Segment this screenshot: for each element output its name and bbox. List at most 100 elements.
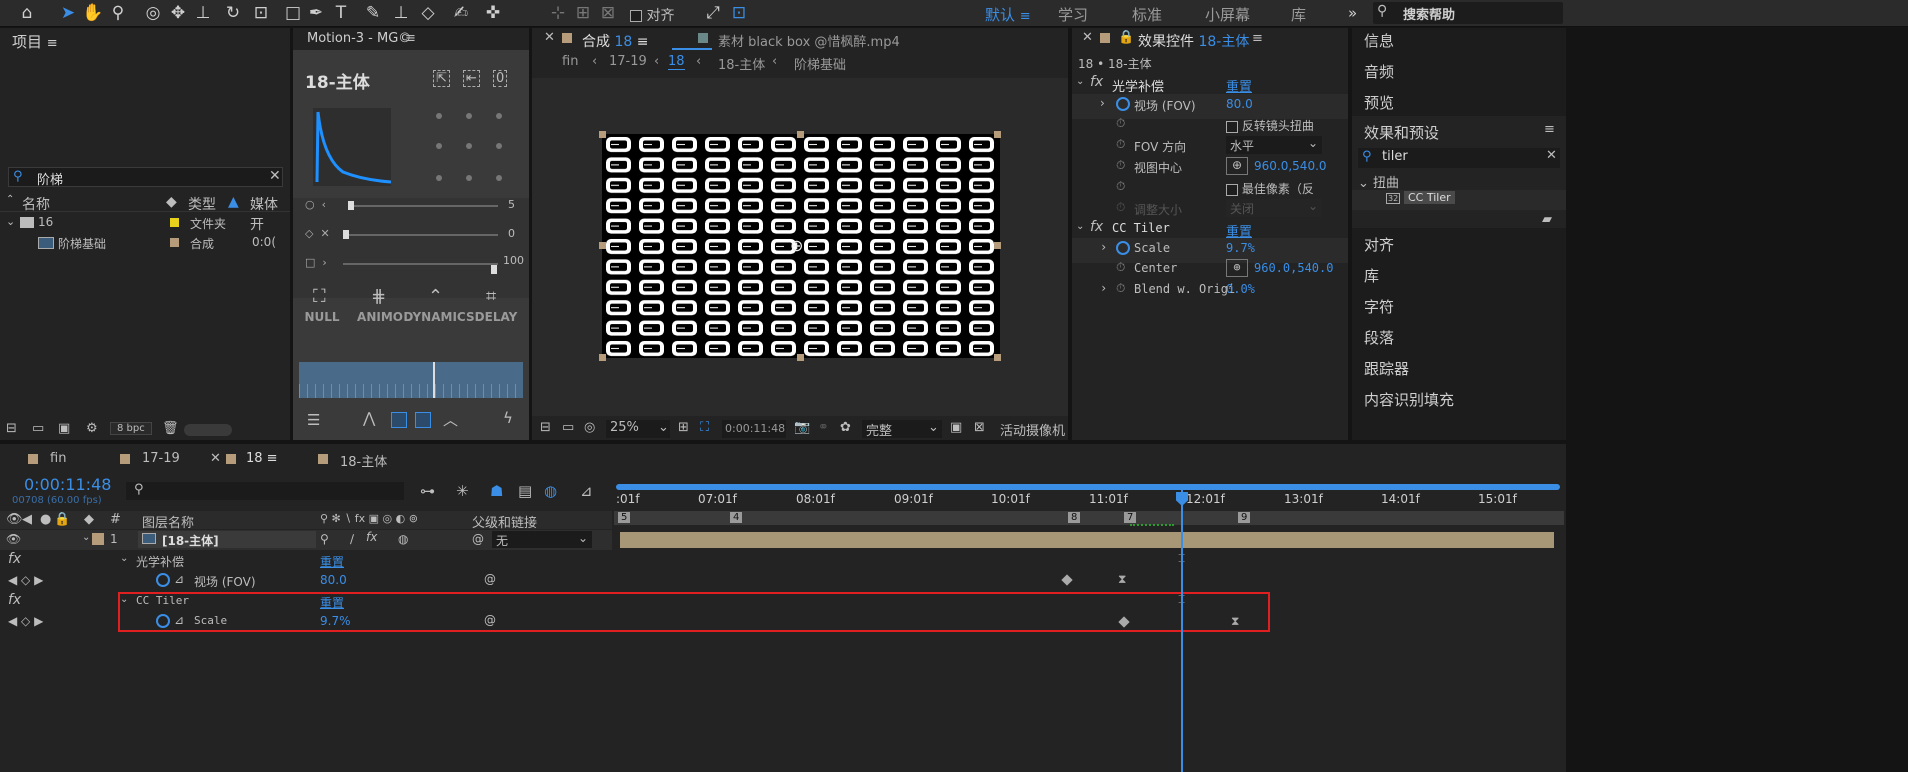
layer-handle[interactable] (994, 354, 1001, 361)
more-workspaces[interactable]: » (1348, 4, 1357, 22)
transparency-grid-icon[interactable]: ⊠ (974, 420, 985, 435)
rotate-tool-icon[interactable]: ↻ (220, 0, 246, 26)
fx-switch-icon[interactable]: fx (366, 530, 377, 544)
snapshot-icon[interactable]: 📷 (794, 420, 810, 435)
anchor-center-icon[interactable]: 0 (493, 70, 508, 87)
eye-icon[interactable]: 👁 (6, 532, 21, 546)
fov-direction-select[interactable]: 水平 ⌄ (1226, 136, 1322, 154)
pen-tool-icon[interactable]: ✒ (303, 0, 329, 26)
effects-search-input[interactable]: ⚲ tiler ✕ (1358, 148, 1560, 168)
scrollbar[interactable] (184, 424, 232, 436)
zoom-tool-icon[interactable]: ⚲ (105, 0, 131, 26)
prop-blend[interactable]: › ⏱ Blend w. Origi 0.0% (1072, 279, 1348, 304)
layer-handle[interactable] (599, 131, 606, 138)
parent-select[interactable]: 无 ⌄ (492, 531, 592, 548)
workspace-standard[interactable]: 标准 (1132, 4, 1162, 25)
category-row[interactable]: ⌄ 扭曲 (1358, 172, 1399, 191)
slider-thumb[interactable] (343, 230, 349, 239)
reverse-checkbox[interactable] (1226, 120, 1238, 133)
ease-icon[interactable]: ⋀ (363, 409, 375, 427)
layer-handle[interactable] (797, 354, 804, 361)
menu-icon[interactable]: ≡ (1544, 122, 1555, 137)
fx-row-optics[interactable]: fx ⌄ 光学补偿 重置 (0, 551, 612, 571)
effect-item[interactable]: 32 CC Tiler (1352, 190, 1566, 210)
hand-tool-icon[interactable]: ✋ (80, 0, 106, 26)
workspace-default[interactable]: 默认 ≡ (985, 4, 1031, 25)
anchor-tool-icon[interactable]: ⊥ (190, 0, 216, 26)
shy-layers-icon[interactable]: ☗ (490, 482, 503, 500)
label-icon[interactable]: ◆ (166, 194, 177, 210)
slider-track[interactable] (343, 230, 498, 239)
grid-icon[interactable]: ⊞ (678, 420, 689, 435)
close-icon[interactable]: ✕ (210, 451, 221, 466)
animo-icon[interactable]: ⋕ (371, 286, 386, 307)
panel-preview[interactable]: 预览 (1364, 92, 1394, 113)
layer-handle[interactable] (797, 131, 804, 138)
anchor-left-icon[interactable]: ⇤ (463, 70, 480, 87)
reset-button[interactable]: 重置 (1226, 76, 1252, 95)
playhead[interactable] (1181, 484, 1183, 772)
col-type[interactable]: 类型 (188, 194, 216, 214)
best-pixels-checkbox[interactable] (1226, 183, 1238, 196)
col-parent[interactable]: 父级和链接 (472, 512, 537, 531)
snap-grid-icon[interactable]: ⊡ (726, 0, 752, 26)
expression-icon[interactable]: @ (484, 572, 496, 586)
workspace-learn[interactable]: 学习 (1058, 4, 1088, 25)
quality-icon[interactable]: ∕ (350, 532, 354, 546)
panel-character[interactable]: 字符 (1364, 296, 1394, 317)
reset-button[interactable]: 重置 (320, 553, 344, 570)
col-layer-name[interactable]: 图层名称 (142, 512, 194, 531)
marker[interactable]: 4 (730, 512, 743, 523)
graph-editor-icon[interactable]: ⊿ (580, 482, 593, 500)
project-search-input[interactable]: ⚲ 阶梯 ✕ (8, 167, 283, 188)
solo-icon[interactable]: ● (40, 512, 51, 527)
menu-icon[interactable]: ≡ (405, 31, 416, 46)
project-row[interactable]: ⌄ 16 文件夹 (0, 215, 290, 235)
tab-18[interactable]: 18 ≡ (246, 451, 278, 466)
stopwatch-icon[interactable] (1116, 240, 1130, 255)
new-comp-icon[interactable]: ▣ (58, 421, 70, 436)
layer-handle[interactable] (599, 242, 606, 249)
resolution-select[interactable]: 完整 ⌄ (862, 420, 942, 439)
layer-handle[interactable] (994, 131, 1001, 138)
text-tool-icon[interactable]: T (328, 0, 354, 26)
bpc-button[interactable]: 8 bpc (110, 422, 152, 435)
fov-value[interactable]: 80.0 (1226, 97, 1253, 111)
fx-icon[interactable]: fx (1090, 74, 1103, 90)
panel-content-aware-fill[interactable]: 内容识别填充 (1364, 389, 1454, 410)
monitor-icon[interactable]: ▭ (562, 420, 574, 435)
panel-audio[interactable]: 音频 (1364, 61, 1394, 82)
frame-blending-icon[interactable]: ▤ (518, 482, 532, 500)
anchor-point-icon[interactable]: ⊕ (790, 236, 803, 255)
crosshair-icon[interactable]: ⊕ (1226, 157, 1248, 175)
panel-align[interactable]: 对齐 (1364, 234, 1394, 255)
chevron-down-icon[interactable]: ⌄ (6, 215, 15, 228)
anchor-grid[interactable] (429, 110, 509, 184)
work-area-bar[interactable] (616, 484, 1560, 490)
layer-handle[interactable] (994, 242, 1001, 249)
show-snapshot-icon[interactable]: ⚭ (818, 420, 829, 435)
home-icon[interactable]: ⌂ (14, 0, 40, 26)
keyframe-ease[interactable]: ⧗ (1231, 614, 1239, 629)
panel-library[interactable]: 库 (1364, 265, 1379, 286)
anchor-point-tool-icon[interactable]: ⊡ (248, 0, 274, 26)
keyframe-nav-icon[interactable]: ◀ ◇ ▶ (8, 614, 43, 628)
slider-thumb[interactable] (491, 265, 497, 274)
menu-icon[interactable]: ≡ (1252, 31, 1263, 46)
interpret-footage-icon[interactable]: ⊟ (6, 421, 17, 436)
fx-icon[interactable]: fx (1090, 219, 1103, 235)
panel-tracker[interactable]: 跟踪器 (1364, 358, 1409, 379)
search-help-input[interactable]: ⚲ 搜索帮助 (1373, 2, 1563, 24)
slider-track[interactable] (348, 201, 498, 210)
axis-view-icon[interactable]: ⊠ (595, 0, 621, 26)
layer-bar[interactable] (620, 532, 1554, 548)
lightning-icon[interactable]: ϟ (503, 409, 513, 427)
time-ruler[interactable]: :01f 07:01f 08:01f 09:01f 10:01f 11:01f … (616, 484, 1560, 510)
delay-icon[interactable]: ⌗ (486, 286, 496, 307)
layer-name-field[interactable]: [18-主体] (138, 531, 316, 548)
video-toggle-icon[interactable]: 👁 (6, 512, 23, 527)
selection-tool-icon[interactable]: ➤ (55, 0, 81, 26)
crosshair-icon[interactable]: ⊕ (1226, 259, 1248, 277)
new-preset-icon[interactable]: ▰ (1542, 212, 1552, 227)
viewer-area[interactable]: ⊕ (532, 78, 1068, 416)
